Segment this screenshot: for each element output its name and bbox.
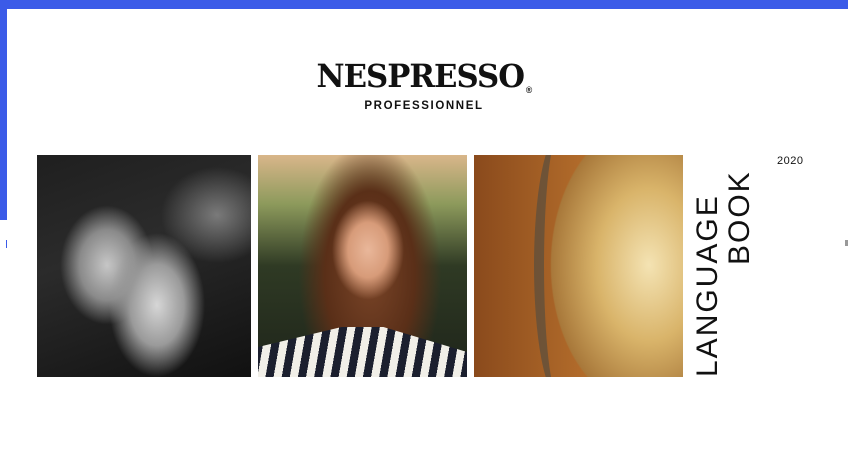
window-left-border [0,9,7,220]
striped-shirt [258,327,467,377]
hands-photo [37,155,251,377]
trademark-symbol: ® [526,85,532,95]
cover-title: LANGUAGE BOOK [691,155,772,377]
brand-name: NESPRESSO [316,57,526,95]
brand-logo: NESPRESSO ® PROFESSIONNEL [0,58,848,112]
brand-subtitle: PROFESSIONNEL [364,100,484,112]
brand-wordmark: NESPRESSO ® [316,57,533,95]
portrait-photo [258,155,467,377]
capsule-rim [534,155,584,377]
cover-year: 2020 [777,155,804,167]
window-top-border [0,0,848,9]
capsule-photo [474,155,683,377]
title-line-language: LANGUAGE [691,194,724,377]
title-line-book: BOOK [723,170,756,265]
